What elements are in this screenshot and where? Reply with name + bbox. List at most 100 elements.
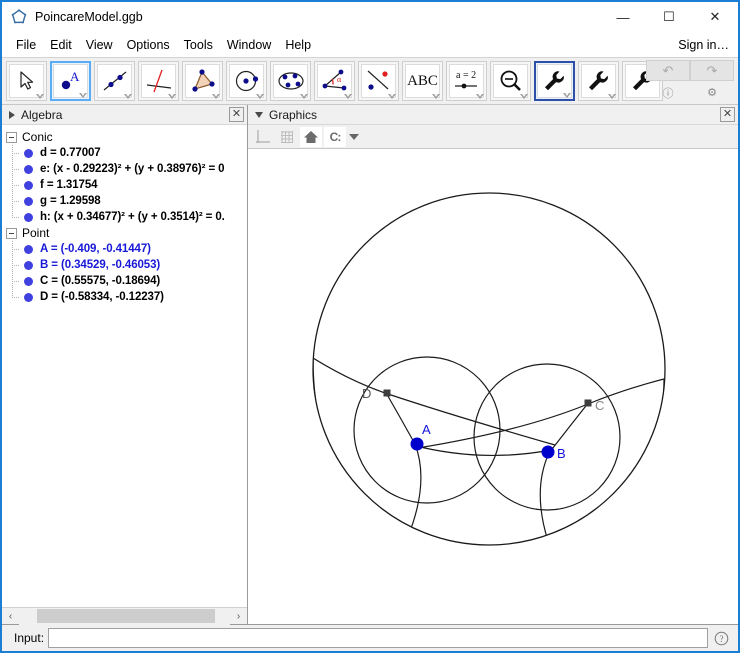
collapse-icon[interactable] <box>6 132 17 143</box>
move-tool[interactable] <box>6 61 47 101</box>
undo-button[interactable]: ↶ <box>646 60 690 81</box>
help-button[interactable]: ⓘ <box>646 83 690 102</box>
poincare-disk-figure[interactable]: D C A B <box>248 149 738 593</box>
line-through-points-icon <box>101 68 129 94</box>
visibility-dot[interactable] <box>24 293 33 302</box>
title-bar: PoincareModel.ggb — ☐ ✕ <box>2 2 738 32</box>
grid-icon <box>279 129 295 145</box>
scroll-track[interactable] <box>19 608 230 625</box>
zoom-out-tool[interactable] <box>490 61 531 101</box>
algebra-item[interactable]: e: (x - 0.29223)² + (y + 0.38976)² = 0 <box>2 161 247 177</box>
move-graphics-tool[interactable] <box>534 61 575 101</box>
menu-options[interactable]: Options <box>120 35 177 55</box>
point-C[interactable] <box>585 400 592 407</box>
collapse-icon[interactable] <box>6 228 17 239</box>
menu-edit[interactable]: Edit <box>43 35 79 55</box>
geodesic-C-B-down[interactable] <box>540 402 589 541</box>
menu-tools[interactable]: Tools <box>177 35 220 55</box>
algebra-item[interactable]: h: (x + 0.34677)² + (y + 0.3514)² = 0. <box>2 209 247 225</box>
algebra-item[interactable]: f = 1.31754 <box>2 177 247 193</box>
algebra-item[interactable]: g = 1.29598 <box>2 193 247 209</box>
visibility-dot[interactable] <box>24 277 33 286</box>
algebra-group-conic: Conic d = 0.77007 e: (x - 0.29223)² + (y… <box>2 129 247 225</box>
menu-view[interactable]: View <box>79 35 120 55</box>
scroll-right-button[interactable]: › <box>230 608 247 625</box>
point-C-label: C <box>595 398 604 413</box>
point-A[interactable] <box>411 438 424 451</box>
scroll-thumb[interactable] <box>37 609 215 623</box>
point-D[interactable] <box>384 390 391 397</box>
menu-help[interactable]: Help <box>278 35 318 55</box>
wrench-icon <box>585 68 613 94</box>
show-grid-button[interactable] <box>276 127 298 147</box>
redo-button[interactable]: ↷ <box>690 60 734 81</box>
algebra-horizontal-scrollbar[interactable]: ‹ › <box>2 607 247 624</box>
text-tool-label: ABC <box>407 73 438 90</box>
menu-window[interactable]: Window <box>220 35 278 55</box>
minimize-button[interactable]: — <box>600 2 646 32</box>
algebra-tree: Conic d = 0.77007 e: (x - 0.29223)² + (y… <box>2 125 247 607</box>
algebra-item[interactable]: D = (-0.58334, -0.12237) <box>2 289 247 305</box>
svg-text:?: ? <box>719 634 723 644</box>
algebra-item-label: D = (-0.58334, -0.12237) <box>40 291 164 303</box>
line-tool[interactable] <box>94 61 135 101</box>
maximize-button[interactable]: ☐ <box>646 2 692 32</box>
polygon-tool[interactable] <box>182 61 223 101</box>
home-button[interactable] <box>300 127 322 147</box>
chevron-down-icon[interactable] <box>349 134 359 140</box>
geodesic-left-outer[interactable] <box>313 358 442 558</box>
perpendicular-line-tool[interactable] <box>138 61 179 101</box>
algebra-item[interactable]: B = (0.34529, -0.46053) <box>2 257 247 273</box>
geodesic-BC[interactable] <box>418 379 664 448</box>
snap-to-grid-button[interactable]: C: <box>324 127 346 147</box>
visibility-dot[interactable] <box>24 261 33 270</box>
visibility-dot[interactable] <box>24 213 33 222</box>
ellipse-tool[interactable] <box>270 61 311 101</box>
boundary-circle[interactable] <box>313 193 665 545</box>
graphics-close-button[interactable]: ✕ <box>720 107 735 122</box>
point-tool[interactable]: A <box>50 61 91 101</box>
point-C-group[interactable]: C <box>585 398 605 413</box>
sign-in-link[interactable]: Sign in… <box>678 38 729 52</box>
visibility-dot[interactable] <box>24 149 33 158</box>
visibility-dot[interactable] <box>24 245 33 254</box>
conic-through-points-icon <box>277 68 305 94</box>
visibility-dot[interactable] <box>24 165 33 174</box>
tool-bar: A <box>2 57 738 105</box>
algebra-item[interactable]: C = (0.55575, -0.18694) <box>2 273 247 289</box>
chevron-down-icon[interactable] <box>255 112 263 118</box>
polygon-icon <box>189 68 217 94</box>
geodesic-AB[interactable] <box>412 445 551 455</box>
snap-label: C: <box>330 130 341 144</box>
input-help-button[interactable]: ? <box>708 628 734 648</box>
svg-text:α: α <box>337 75 342 84</box>
algebra-close-button[interactable]: ✕ <box>229 107 244 122</box>
close-button[interactable]: ✕ <box>692 2 738 32</box>
algebra-item[interactable]: A = (-0.409, -0.41447) <box>2 241 247 257</box>
geodesic-D-A-down[interactable] <box>385 391 421 539</box>
graphics-canvas[interactable]: D C A B <box>248 149 738 624</box>
visibility-dot[interactable] <box>24 197 33 206</box>
input-label: Input: <box>14 631 44 645</box>
wrench-tool-2[interactable] <box>578 61 619 101</box>
point-B[interactable] <box>542 446 555 459</box>
text-tool[interactable]: ABC <box>402 61 443 101</box>
angle-tool[interactable]: α <box>314 61 355 101</box>
chevron-right-icon[interactable] <box>9 111 15 119</box>
graphics-title: Graphics <box>269 108 317 122</box>
circle-tool[interactable] <box>226 61 267 101</box>
geodesic-AD[interactable] <box>313 358 555 445</box>
circle-h[interactable] <box>474 364 620 510</box>
show-axes-button[interactable] <box>252 127 274 147</box>
settings-button[interactable]: ⚙ <box>690 83 734 102</box>
reflect-tool[interactable] <box>358 61 399 101</box>
menu-file[interactable]: File <box>9 35 43 55</box>
visibility-dot[interactable] <box>24 181 33 190</box>
group-header-point[interactable]: Point <box>2 225 247 241</box>
input-field[interactable] <box>48 628 708 648</box>
group-header-conic[interactable]: Conic <box>2 129 247 145</box>
slider-tool[interactable]: a = 2 <box>446 61 487 101</box>
algebra-item[interactable]: d = 0.77007 <box>2 145 247 161</box>
scroll-left-button[interactable]: ‹ <box>2 608 19 625</box>
point-D-group[interactable]: D <box>362 386 391 401</box>
